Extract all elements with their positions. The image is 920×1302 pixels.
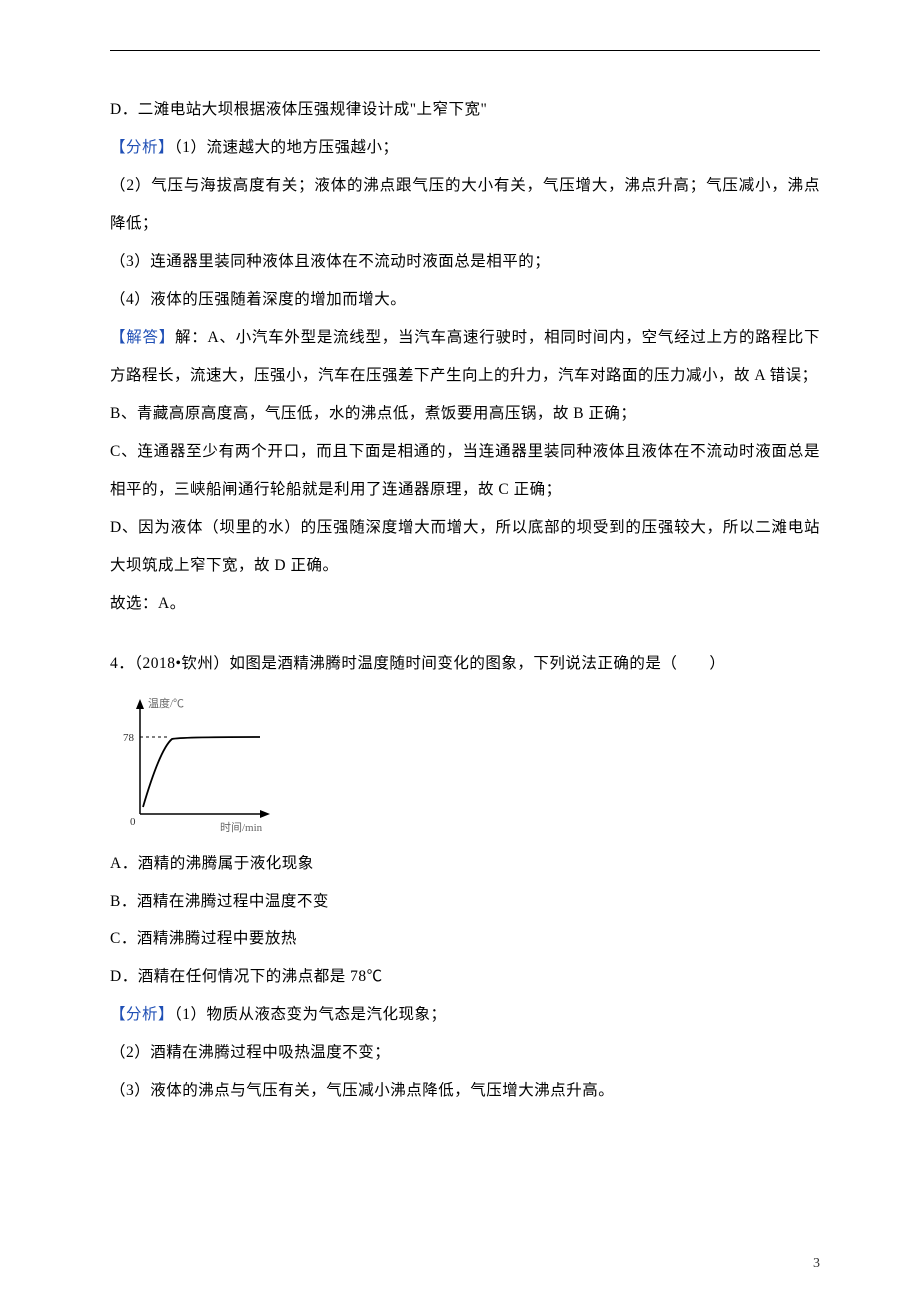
solution-answer: 故选：A。 <box>110 585 820 623</box>
analysis-block: 【分析】（1）流速越大的地方压强越小； <box>110 129 820 167</box>
solution-b: B、青藏高原高度高，气压低，水的沸点低，煮饭要用高压锅，故 B 正确； <box>110 395 820 433</box>
origin-label: 0 <box>130 816 136 828</box>
solution-d: D、因为液体（坝里的水）的压强随深度增大而增大，所以底部的坝受到的压强较大，所以… <box>110 509 820 585</box>
solution-c: C、连通器至少有两个开口，而且下面是相通的，当连通器里装同种液体且液体在不流动时… <box>110 433 820 509</box>
y-axis-label: 温度/℃ <box>148 696 184 710</box>
q4-analysis-label: 【分析】 <box>110 1006 174 1023</box>
analysis-point-4: （4）液体的压强随着深度的增加而增大。 <box>110 281 820 319</box>
y-tick-78: 78 <box>123 732 135 744</box>
option-d-text: D．二滩电站大坝根据液体压强规律设计成"上窄下宽" <box>110 91 820 129</box>
spacer <box>110 623 820 645</box>
q4-option-b: B．酒精在沸腾过程中温度不变 <box>110 883 820 921</box>
q4-analysis-block: 【分析】（1）物质从液态变为气态是汽化现象； <box>110 996 820 1034</box>
analysis-point-3: （3）连通器里装同种液体且液体在不流动时液面总是相平的； <box>110 243 820 281</box>
document-page: D．二滩电站大坝根据液体压强规律设计成"上窄下宽" 【分析】（1）流速越大的地方… <box>0 0 920 1302</box>
q4-analysis-2: （2）酒精在沸腾过程中吸热温度不变； <box>110 1034 820 1072</box>
question-4-stem: 4．（2018•钦州）如图是酒精沸腾时温度随时间变化的图象，下列说法正确的是（ … <box>110 645 820 683</box>
analysis-label: 【分析】 <box>110 139 174 156</box>
solution-label: 【解答】 <box>110 329 175 346</box>
top-horizontal-rule <box>110 50 820 51</box>
analysis-point-2: （2）气压与海拔高度有关；液体的沸点跟气压的大小有关，气压增大，沸点升高；气压减… <box>110 167 820 243</box>
q4-analysis-1: （1）物质从液态变为气态是汽化现象； <box>174 1006 447 1023</box>
analysis-point-1: （1）流速越大的地方压强越小； <box>174 139 399 156</box>
solution-block: 【解答】解：A、小汽车外型是流线型，当汽车高速行驶时，相同时间内，空气经过上方的… <box>110 319 820 395</box>
boiling-curve-figure: 温度/℃ 78 0 时间/min <box>110 689 280 839</box>
solution-a: 解：A、小汽车外型是流线型，当汽车高速行驶时，相同时间内，空气经过上方的路程比下… <box>110 329 820 384</box>
q4-option-a: A．酒精的沸腾属于液化现象 <box>110 845 820 883</box>
x-axis-label: 时间/min <box>220 821 263 834</box>
q4-option-d: D．酒精在任何情况下的沸点都是 78℃ <box>110 958 820 996</box>
chart-svg: 温度/℃ 78 0 时间/min <box>110 689 280 839</box>
q4-option-c: C．酒精沸腾过程中要放热 <box>110 920 820 958</box>
page-number: 3 <box>813 1256 820 1272</box>
q4-analysis-3: （3）液体的沸点与气压有关，气压减小沸点降低，气压增大沸点升高。 <box>110 1072 820 1110</box>
